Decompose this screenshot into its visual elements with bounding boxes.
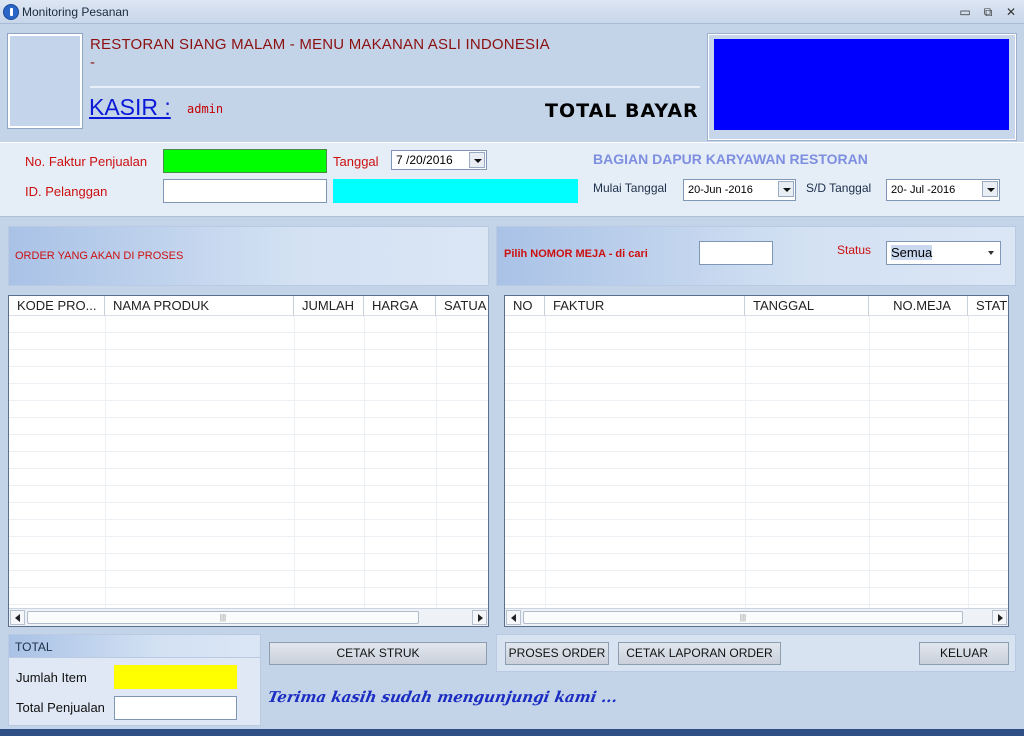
grid-line [294, 316, 295, 608]
column-header[interactable]: TANGGAL [745, 296, 869, 316]
window-title: Monitoring Pesanan [22, 5, 129, 19]
meja-table-scrollbar[interactable]: ||| [505, 608, 1008, 626]
sd-tanggal-label: S/D Tanggal [806, 181, 872, 195]
meja-search-input[interactable] [699, 241, 773, 265]
total-bayar-display [714, 39, 1009, 130]
close-button[interactable]: ✕ [1002, 4, 1020, 20]
keluar-button[interactable]: KELUAR [919, 642, 1009, 665]
scroll-left-icon[interactable] [506, 610, 521, 625]
sd-value: 20- Jul -2016 [891, 184, 956, 196]
restaurant-title: RESTORAN SIANG MALAM - MENU MAKANAN ASLI… [90, 36, 550, 53]
order-table-scrollbar[interactable]: ||| [9, 608, 488, 626]
column-header[interactable]: JUMLAH [294, 296, 364, 316]
grid-line [364, 316, 365, 608]
status-label: Status [837, 243, 872, 257]
grid-line [869, 316, 870, 608]
chevron-down-icon[interactable] [982, 181, 998, 197]
order-panel-title: ORDER YANG AKAN DI PROSES [15, 250, 184, 262]
scroll-right-icon[interactable] [992, 610, 1007, 625]
column-header[interactable]: SATUA [436, 296, 488, 316]
chevron-down-icon[interactable] [778, 181, 794, 197]
column-header[interactable]: KODE PRO... [9, 296, 105, 316]
minimize-button[interactable]: ▭ [956, 4, 974, 20]
meja-table[interactable]: NO FAKTUR TANGGAL NO.MEJA STAT ||| [504, 295, 1009, 627]
jumlah-item-label: Jumlah Item [16, 670, 87, 685]
pelanggan-label: ID. Pelanggan [25, 184, 108, 199]
total-penjualan-field[interactable] [114, 696, 237, 720]
taskbar [0, 729, 1024, 736]
title-bar [0, 0, 1024, 24]
chevron-down-icon[interactable] [988, 251, 994, 255]
tanggal-value: 7 /20/2016 [396, 153, 453, 167]
grid-line [968, 316, 969, 608]
total-panel-title: TOTAL [15, 640, 53, 654]
grid-line [436, 316, 437, 608]
app-icon [3, 4, 19, 20]
kitchen-section-title: BAGIAN DAPUR KARYAWAN RESTORAN [593, 151, 868, 167]
jumlah-item-field[interactable] [114, 665, 237, 689]
sd-date-picker[interactable]: 20- Jul -2016 [886, 179, 1000, 201]
grid-line [105, 316, 106, 608]
tanggal-date-picker[interactable]: 7 /20/2016 [391, 150, 487, 170]
column-header[interactable]: HARGA [364, 296, 436, 316]
kasir-label: KASIR : [89, 94, 171, 120]
proses-order-button[interactable]: PROSES ORDER [505, 642, 609, 665]
grid-line [545, 316, 546, 608]
order-table-header: KODE PRO... NAMA PRODUK JUMLAH HARGA SAT… [9, 296, 488, 316]
cetak-struk-button[interactable]: CETAK STRUK [269, 642, 487, 665]
restore-button[interactable]: ⧉ [979, 4, 997, 20]
column-header[interactable]: NAMA PRODUK [105, 296, 294, 316]
faktur-field[interactable] [163, 149, 327, 173]
status-value: Semua [891, 245, 933, 260]
pelanggan-field[interactable] [163, 179, 327, 203]
title-dash: - [90, 54, 95, 71]
grid-line [745, 316, 746, 608]
cashier-photo-box [7, 33, 83, 129]
meja-table-body [505, 316, 1008, 608]
chevron-down-icon[interactable] [469, 152, 485, 168]
order-table-body [9, 316, 488, 608]
mulai-value: 20-Jun -2016 [688, 184, 753, 196]
scroll-thumb[interactable]: ||| [27, 611, 419, 624]
total-bayar-label: TOTAL BAYAR [545, 100, 699, 122]
kasir-value: admin [187, 102, 224, 116]
total-penjualan-label: Total Penjualan [16, 700, 105, 715]
meja-search-label: Pilih NOMOR MEJA - di cari [504, 248, 648, 260]
pelanggan-name-display [333, 179, 578, 203]
scroll-right-icon[interactable] [472, 610, 487, 625]
thank-you-message: Terima kasih sudah mengunjungi kami ... [266, 688, 619, 706]
scroll-thumb[interactable]: ||| [523, 611, 963, 624]
column-header[interactable]: FAKTUR [545, 296, 745, 316]
order-table[interactable]: KODE PRO... NAMA PRODUK JUMLAH HARGA SAT… [8, 295, 489, 627]
cetak-laporan-button[interactable]: CETAK LAPORAN ORDER [618, 642, 781, 665]
meja-table-header: NO FAKTUR TANGGAL NO.MEJA STAT [505, 296, 1008, 316]
mulai-date-picker[interactable]: 20-Jun -2016 [683, 179, 796, 201]
column-header[interactable]: NO [505, 296, 545, 316]
tanggal-label: Tanggal [333, 154, 379, 169]
column-header[interactable]: NO.MEJA [869, 296, 968, 316]
mulai-tanggal-label: Mulai Tanggal [593, 181, 667, 195]
scroll-left-icon[interactable] [10, 610, 25, 625]
faktur-label: No. Faktur Penjualan [25, 154, 148, 169]
column-header[interactable]: STAT [968, 296, 1008, 316]
status-select[interactable]: Semua [886, 241, 1001, 265]
header-divider [90, 86, 700, 88]
